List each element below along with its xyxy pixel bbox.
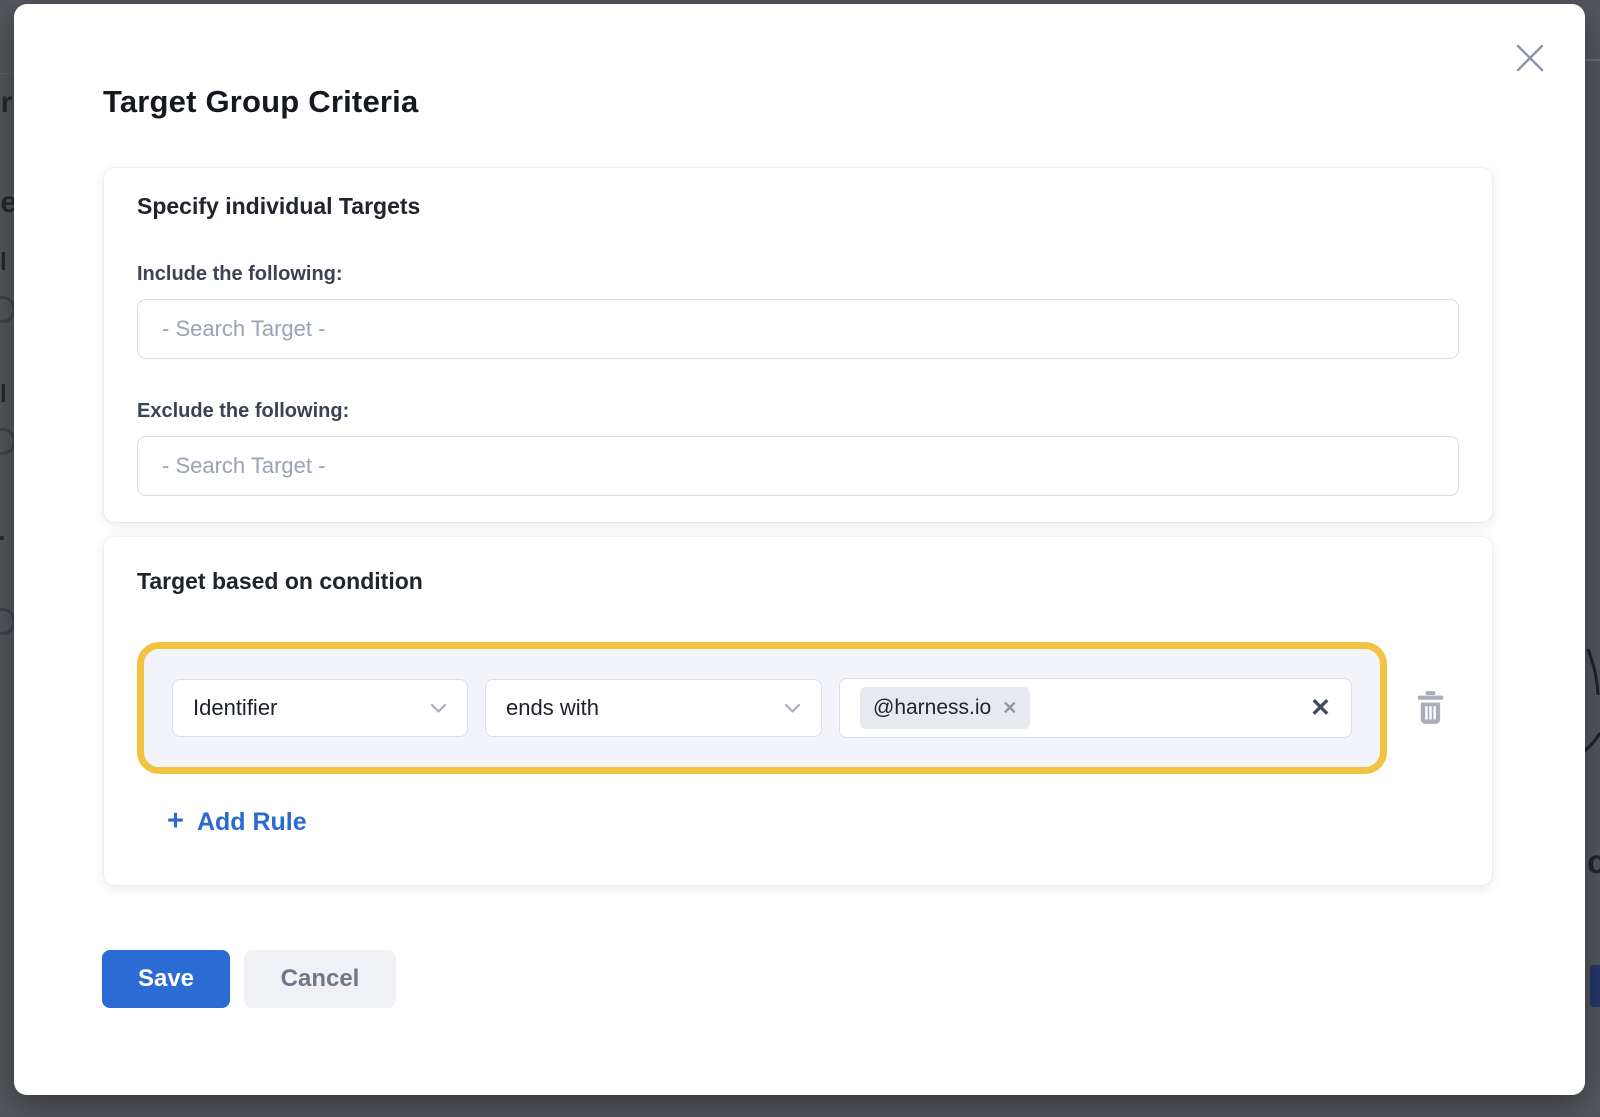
target-group-criteria-dialog: Target Group Criteria Specify individual…	[14, 4, 1585, 1095]
backdrop-text-fragment: er	[0, 88, 12, 118]
backdrop-divider-fragment	[0, 73, 14, 74]
backdrop-text-fragment: cl	[0, 250, 7, 275]
individual-targets-card: Specify individual Targets Include the f…	[104, 168, 1492, 522]
values-input[interactable]: @harness.io ✕ ✕	[839, 678, 1352, 738]
exclude-label: Exclude the following:	[137, 399, 1459, 423]
condition-card: Target based on condition Identifier end…	[104, 537, 1492, 885]
value-chip: @harness.io ✕	[860, 687, 1030, 729]
backdrop-text-fragment: cl	[0, 382, 7, 407]
individual-targets-heading: Specify individual Targets	[137, 192, 1459, 220]
close-button[interactable]	[1510, 38, 1550, 78]
screen: er pe cl cl r c Target Group Criteria Sp…	[0, 0, 1600, 1117]
chevron-down-icon	[784, 703, 801, 714]
value-chip-label: @harness.io	[873, 696, 991, 720]
backdrop-text-fragment: c	[1587, 845, 1600, 878]
backdrop-divider-fragment	[1585, 59, 1600, 61]
backdrop-text-fragment: r	[0, 526, 4, 560]
delete-rule-button[interactable]	[1416, 691, 1445, 725]
remove-value-icon[interactable]: ✕	[1002, 699, 1017, 717]
include-label: Include the following:	[137, 262, 1459, 286]
add-rule-label: Add Rule	[197, 808, 307, 837]
cancel-button[interactable]: Cancel	[244, 950, 396, 1008]
include-target-search-input[interactable]	[137, 299, 1459, 359]
rule-row: Identifier ends with @harness.io	[137, 642, 1459, 774]
backdrop-sketch-fragment	[1584, 615, 1600, 765]
add-rule-button[interactable]: + Add Rule	[167, 808, 307, 837]
dialog-title: Target Group Criteria	[103, 84, 418, 120]
plus-icon: +	[167, 807, 184, 836]
chevron-down-icon	[430, 703, 447, 714]
attribute-select[interactable]: Identifier	[172, 679, 468, 737]
backdrop-button-fragment	[1590, 965, 1600, 1007]
save-button[interactable]: Save	[102, 950, 230, 1008]
trash-icon	[1416, 691, 1445, 725]
operator-select[interactable]: ends with	[485, 679, 822, 737]
operator-select-value: ends with	[506, 695, 599, 721]
condition-heading: Target based on condition	[137, 567, 1459, 595]
close-icon	[1513, 41, 1547, 75]
attribute-select-value: Identifier	[193, 695, 277, 721]
exclude-target-search-input[interactable]	[137, 436, 1459, 496]
dialog-footer: Save Cancel	[102, 950, 396, 1008]
clear-values-button[interactable]: ✕	[1310, 696, 1331, 721]
rule-highlight-box: Identifier ends with @harness.io	[137, 642, 1387, 774]
